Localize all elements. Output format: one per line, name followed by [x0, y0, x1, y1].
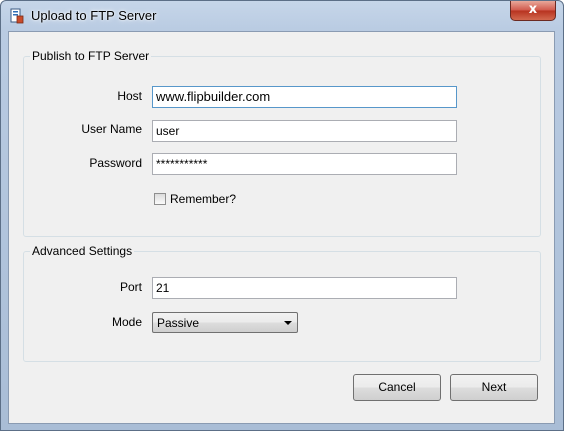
window-title: Upload to FTP Server: [31, 8, 157, 23]
port-label: Port: [119, 280, 142, 294]
publish-group: Publish to FTP Server: [23, 49, 541, 237]
mode-select-value: Passive: [157, 316, 200, 330]
title-bar[interactable]: Upload to FTP Server x: [1, 1, 563, 31]
ftp-upload-dialog: Upload to FTP Server x Publish to FTP Se…: [0, 0, 564, 431]
username-field[interactable]: user: [152, 120, 457, 142]
dialog-body: Publish to FTP Server Host www.flipbuild…: [8, 31, 555, 424]
host-field[interactable]: www.flipbuilder.com: [152, 86, 457, 108]
advanced-group-title: Advanced Settings: [30, 244, 135, 258]
password-label: Password: [89, 156, 142, 170]
mode-label: Mode: [111, 315, 142, 329]
mode-select[interactable]: Passive: [152, 312, 298, 333]
remember-checkbox[interactable]: [154, 193, 166, 205]
advanced-group: Advanced Settings: [23, 244, 541, 362]
host-label: Host: [117, 89, 142, 103]
publish-group-title: Publish to FTP Server: [30, 49, 152, 63]
remember-label[interactable]: Remember?: [170, 192, 236, 206]
ftp-upload-icon: [10, 8, 24, 24]
password-field[interactable]: ***********: [152, 153, 457, 175]
cancel-button[interactable]: Cancel: [353, 374, 441, 401]
next-button[interactable]: Next: [450, 374, 538, 401]
username-label: User Name: [81, 122, 142, 136]
chevron-down-icon: [284, 321, 292, 325]
remember-checkbox-row[interactable]: Remember?: [154, 192, 236, 206]
port-field[interactable]: 21: [152, 277, 457, 299]
close-icon: x: [528, 2, 538, 17]
close-button[interactable]: x: [510, 1, 556, 21]
